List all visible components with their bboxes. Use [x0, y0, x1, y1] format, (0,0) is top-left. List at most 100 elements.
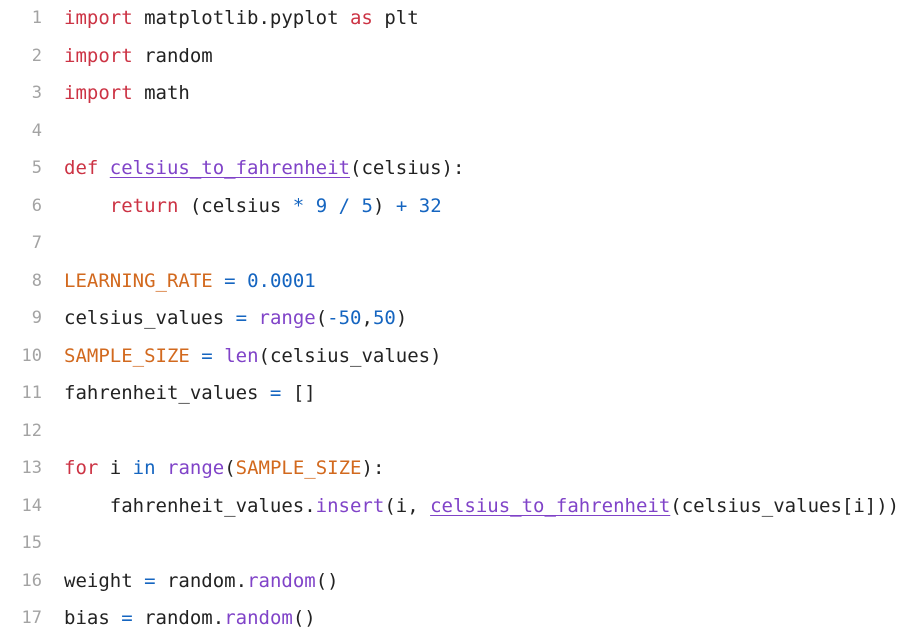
- token-kw: import: [64, 44, 133, 67]
- code-lines-container[interactable]: 1 import matplotlib.pyplot as plt 2 import …: [0, 0, 916, 638]
- line-content[interactable]: LEARNING_RATE = 0.0001: [64, 263, 316, 301]
- token-plain: fahrenheit_values: [64, 382, 259, 404]
- token-meth: insert: [315, 494, 385, 517]
- token-kw: import: [64, 7, 133, 29]
- token-kw: def: [64, 157, 99, 179]
- line-number: 16: [21, 570, 42, 591]
- line-number: 9: [31, 308, 42, 328]
- token-plain: (: [224, 457, 236, 479]
- line-content[interactable]: return (celsius * 9 / 5) + 32: [64, 188, 442, 226]
- token-op: /: [338, 194, 351, 217]
- line-number: 5: [31, 158, 42, 178]
- token-plain: (celsius_values[i])): [670, 494, 900, 517]
- token-op: in: [132, 457, 156, 479]
- token-num: 5: [361, 194, 373, 217]
- code-line[interactable]: 3 import math: [0, 75, 916, 113]
- token-plain: matplotlib.pyplot: [132, 7, 350, 29]
- token-plain: (celsius: [178, 194, 293, 217]
- line-content[interactable]: for i in range(SAMPLE_SIZE):: [64, 450, 384, 488]
- token-kw: return: [109, 194, 179, 217]
- line-number: 12: [21, 420, 42, 441]
- line-content[interactable]: def celsius_to_fahrenheit(celsius):: [64, 150, 464, 188]
- line-number: 2: [31, 45, 42, 66]
- code-line[interactable]: 17 bias = random.random(): [0, 600, 916, 638]
- token-op: =: [201, 344, 213, 367]
- token-plain: ): [372, 194, 396, 217]
- token-num: 32: [418, 194, 442, 217]
- code-line[interactable]: 2 import random: [0, 38, 916, 76]
- token-num: 9: [315, 194, 328, 217]
- code-line[interactable]: 13 for i in range(SAMPLE_SIZE):: [0, 450, 916, 488]
- token-plain: random.: [155, 569, 248, 592]
- line-number: 7: [31, 233, 42, 253]
- line-content[interactable]: import matplotlib.pyplot as plt: [64, 0, 419, 38]
- token-op: =: [269, 382, 282, 404]
- line-content[interactable]: weight = random.random(): [64, 563, 339, 601]
- token-op: =: [121, 607, 133, 629]
- line-content[interactable]: import random: [64, 38, 213, 76]
- line-number: 11: [21, 383, 42, 403]
- line-content[interactable]: bias = random.random(): [64, 600, 316, 638]
- token-plain: math: [132, 82, 190, 104]
- code-line[interactable]: 12: [0, 413, 916, 451]
- code-line[interactable]: 5 def celsius_to_fahrenheit(celsius):: [0, 150, 916, 188]
- token-plain: (): [315, 569, 339, 592]
- token-op: =: [144, 569, 156, 592]
- line-number: 14: [21, 495, 42, 516]
- token-built: range: [167, 457, 225, 479]
- token-plain: celsius_values: [64, 307, 225, 329]
- code-line[interactable]: 7: [0, 225, 916, 263]
- token-built: len: [224, 344, 259, 367]
- token-num: 0.0001: [247, 269, 316, 292]
- line-content[interactable]: celsius_values = range(-50,50): [64, 300, 407, 338]
- token-plain: (): [292, 607, 316, 629]
- token-meth: random: [247, 569, 316, 592]
- token-plain: []: [281, 382, 316, 404]
- code-line[interactable]: 1 import matplotlib.pyplot as plt: [0, 0, 916, 38]
- line-content[interactable]: import math: [64, 75, 190, 113]
- token-plain: ): [395, 307, 408, 329]
- line-number: 6: [31, 195, 42, 216]
- code-line[interactable]: 14 fahrenheit_values.insert(i, celsius_t…: [0, 488, 916, 526]
- line-number: 1: [31, 8, 42, 28]
- line-content[interactable]: fahrenheit_values = []: [64, 375, 316, 413]
- code-line[interactable]: 16 weight = random.random(): [0, 563, 916, 601]
- code-line[interactable]: 9 celsius_values = range(-50,50): [0, 300, 916, 338]
- line-number: 17: [21, 608, 42, 628]
- token-plain: random: [132, 44, 213, 67]
- token-num: -50: [327, 307, 362, 329]
- token-plain: ,: [361, 307, 373, 329]
- line-number: 3: [31, 83, 42, 103]
- token-kw: for: [64, 457, 99, 479]
- token-plain: ):: [361, 457, 385, 479]
- token-plain: (: [315, 307, 328, 329]
- line-number: 4: [31, 120, 42, 141]
- code-line[interactable]: 10 SAMPLE_SIZE = len(celsius_values): [0, 338, 916, 376]
- line-content[interactable]: fahrenheit_values.insert(i, celsius_to_f…: [64, 488, 899, 526]
- code-line[interactable]: 11 fahrenheit_values = []: [0, 375, 916, 413]
- code-line[interactable]: 6 return (celsius * 9 / 5) + 32: [0, 188, 916, 226]
- token-kw: import: [64, 82, 133, 104]
- code-line[interactable]: 8 LEARNING_RATE = 0.0001: [0, 263, 916, 301]
- code-line[interactable]: 4: [0, 113, 916, 151]
- token-func: celsius_to_fahrenheit: [430, 494, 671, 517]
- line-number: 15: [21, 533, 42, 553]
- token-const: SAMPLE_SIZE: [235, 457, 362, 479]
- code-editor[interactable]: import matplotlib.pyplot as plt 1 import …: [0, 0, 916, 644]
- line-content[interactable]: SAMPLE_SIZE = len(celsius_values): [64, 338, 442, 376]
- token-built: range: [258, 307, 316, 329]
- token-plain: (celsius_values): [258, 344, 442, 367]
- token-num: 50: [372, 307, 396, 329]
- code-line[interactable]: 15: [0, 525, 916, 563]
